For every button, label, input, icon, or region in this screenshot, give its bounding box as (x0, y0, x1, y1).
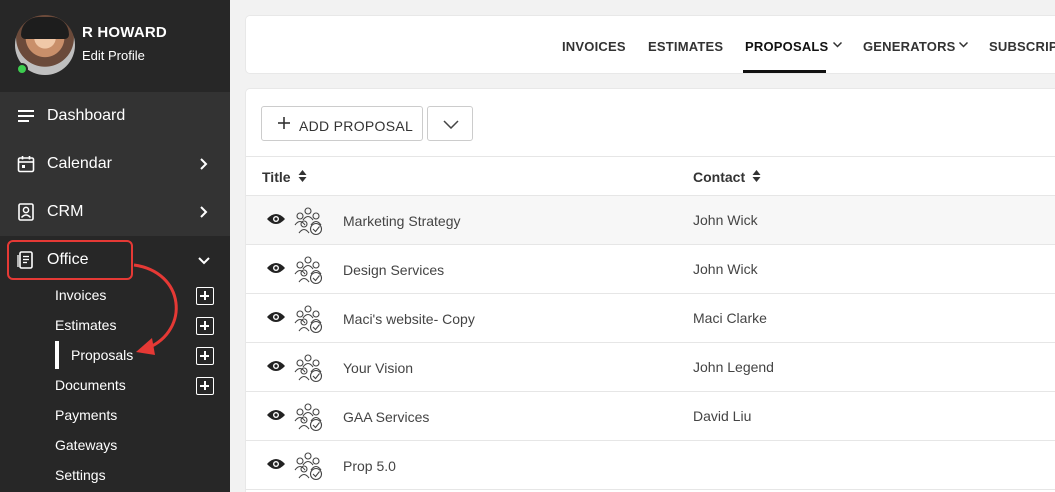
proposal-contact: David Liu (693, 408, 752, 424)
chevron-down-icon (443, 120, 459, 129)
table-row[interactable]: Prop 5.0 (246, 441, 1055, 490)
top-navigation: INVOICES ESTIMATES PROPOSALS GENERATORS … (246, 16, 1055, 73)
group-share-icon[interactable] (292, 353, 324, 383)
tab-generators[interactable]: GENERATORS (863, 39, 956, 54)
table-header: Title Contact (246, 156, 1055, 196)
table-row[interactable]: Marketing Strategy John Wick (246, 196, 1055, 245)
proposals-panel: ADD PROPOSAL Title Contact Marketing Str… (246, 89, 1055, 492)
proposal-title[interactable]: Design Services (343, 262, 444, 278)
table-row[interactable]: GAA Services David Liu (246, 392, 1055, 441)
tab-subscriptions[interactable]: SUBSCRIPTIONS (989, 39, 1055, 54)
proposal-contact: Maci Clarke (693, 310, 767, 326)
chevron-down-icon (198, 257, 210, 265)
group-share-icon[interactable] (292, 255, 324, 285)
proposal-contact: John Wick (693, 212, 758, 228)
office-highlight-box (7, 240, 133, 280)
proposal-title[interactable]: Maci's website- Copy (343, 311, 475, 327)
add-document-icon[interactable] (196, 377, 214, 395)
sidebar-subitem-payments[interactable]: Payments (55, 407, 117, 423)
edit-profile-link[interactable]: Edit Profile (82, 48, 145, 63)
sidebar-subitem-settings[interactable]: Settings (55, 467, 106, 483)
sidebar-subitem-invoices[interactable]: Invoices (55, 287, 106, 303)
tab-invoices[interactable]: INVOICES (562, 39, 626, 54)
tab-estimates[interactable]: ESTIMATES (648, 39, 723, 54)
eye-icon[interactable] (266, 261, 286, 275)
group-share-icon[interactable] (292, 304, 324, 334)
eye-icon[interactable] (266, 310, 286, 324)
sidebar-subitem-estimates[interactable]: Estimates (55, 317, 116, 333)
add-proposal-icon[interactable] (196, 347, 214, 365)
table-row[interactable]: Design Services John Wick (246, 245, 1055, 294)
more-options-dropdown[interactable] (427, 106, 473, 141)
sidebar-item-dashboard[interactable]: Dashboard (0, 92, 230, 140)
plus-icon (278, 117, 290, 129)
proposal-contact: John Legend (693, 359, 774, 375)
profile-name: R HOWARD (82, 24, 167, 41)
sort-icon[interactable] (752, 169, 761, 183)
add-proposal-label: ADD PROPOSAL (299, 118, 414, 134)
sidebar-item-crm[interactable]: CRM (0, 188, 230, 236)
menu-icon (18, 110, 34, 122)
group-share-icon[interactable] (292, 206, 324, 236)
active-tab-underline (743, 70, 826, 73)
eye-icon[interactable] (266, 359, 286, 373)
eye-icon[interactable] (266, 408, 286, 422)
add-proposal-button[interactable]: ADD PROPOSAL (261, 106, 423, 141)
calendar-icon (17, 156, 35, 173)
sidebar-subitem-proposals[interactable]: Proposals (71, 347, 133, 363)
proposal-title[interactable]: Marketing Strategy (343, 213, 461, 229)
eye-icon[interactable] (266, 457, 286, 471)
chevron-down-icon (959, 42, 968, 48)
sidebar: R HOWARD Edit Profile Dashboard Calendar… (0, 0, 230, 492)
proposal-title[interactable]: Prop 5.0 (343, 458, 396, 474)
chevron-down-icon (833, 42, 842, 48)
sidebar-item-label: Dashboard (47, 107, 126, 124)
chevron-right-icon (200, 206, 208, 218)
proposal-title[interactable]: Your Vision (343, 360, 413, 376)
column-header-title[interactable]: Title (262, 169, 291, 185)
sidebar-item-calendar[interactable]: Calendar (0, 140, 230, 188)
tab-proposals[interactable]: PROPOSALS (745, 39, 828, 54)
table-row[interactable]: Maci's website- Copy Maci Clarke (246, 294, 1055, 343)
online-status-icon (16, 63, 28, 75)
column-header-contact[interactable]: Contact (693, 169, 745, 185)
chevron-right-icon (200, 158, 208, 170)
proposal-title[interactable]: GAA Services (343, 409, 429, 425)
profile-section: R HOWARD Edit Profile (0, 0, 230, 90)
sidebar-item-label: CRM (47, 203, 84, 220)
add-estimate-icon[interactable] (196, 317, 214, 335)
sidebar-subitem-gateways[interactable]: Gateways (55, 437, 117, 453)
group-share-icon[interactable] (292, 402, 324, 432)
active-indicator (55, 341, 59, 369)
contact-card-icon (18, 203, 34, 221)
group-share-icon[interactable] (292, 451, 324, 481)
sidebar-subitem-documents[interactable]: Documents (55, 377, 126, 393)
add-invoice-icon[interactable] (196, 287, 214, 305)
eye-icon[interactable] (266, 212, 286, 226)
proposal-contact: John Wick (693, 261, 758, 277)
sort-icon[interactable] (298, 169, 307, 183)
table-row[interactable]: Your Vision John Legend (246, 343, 1055, 392)
sidebar-item-label: Calendar (47, 155, 112, 172)
